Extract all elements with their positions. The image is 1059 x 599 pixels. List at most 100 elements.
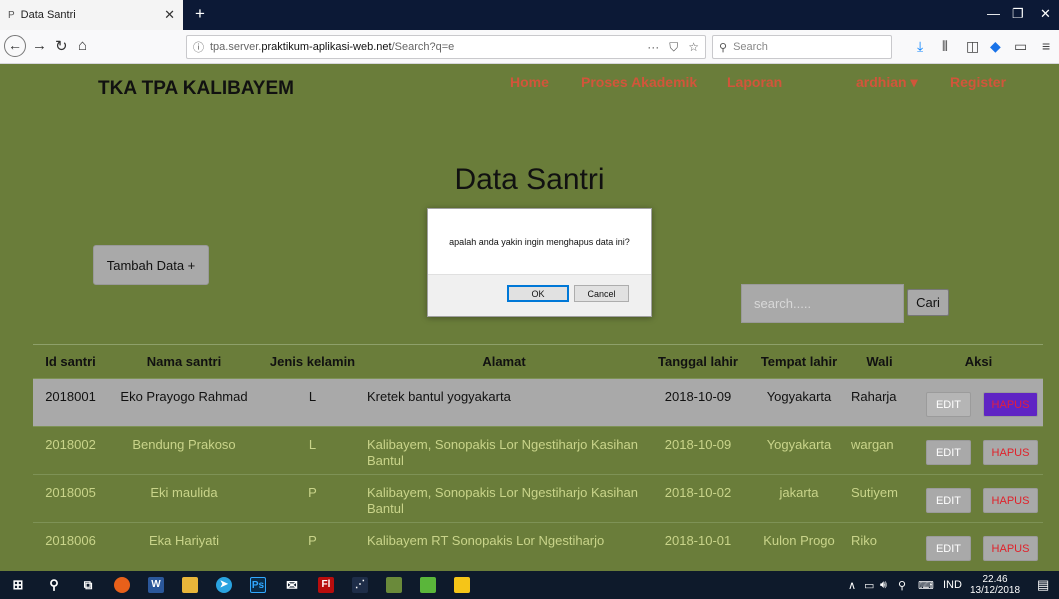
nav-register[interactable]: Register: [950, 74, 1006, 90]
nav-home[interactable]: Home: [510, 74, 549, 90]
search-input[interactable]: [741, 284, 904, 323]
search-icon[interactable]: ⚲: [46, 577, 62, 593]
delete-button[interactable]: HAPUS: [983, 440, 1038, 465]
task-view-icon[interactable]: ⧉: [80, 577, 96, 593]
sticky-notes-icon[interactable]: [454, 577, 470, 593]
cell-address: Kalibayem, Sonopakis Lor Ngestiharjo Kas…: [365, 426, 643, 475]
tab-favicon-icon: P: [8, 9, 15, 21]
cell-birth-place: Yogyakarta: [753, 378, 845, 427]
edit-button[interactable]: EDIT: [926, 536, 971, 561]
battery-icon[interactable]: ▭: [864, 579, 874, 592]
delete-button[interactable]: HAPUS: [983, 488, 1038, 513]
notepad-plus-icon[interactable]: [420, 577, 436, 593]
download-icon[interactable]: ⤓: [917, 38, 923, 55]
nav-user-dropdown[interactable]: ardhian ▾: [856, 74, 917, 91]
tab-close-icon[interactable]: ✕: [164, 7, 175, 23]
home-icon[interactable]: ⌂: [78, 37, 87, 54]
header-id-santri: Id santri: [33, 344, 108, 379]
dialog-cancel-button[interactable]: Cancel: [574, 285, 629, 302]
library-icon[interactable]: ⫴: [942, 38, 948, 55]
cell-name: Eki maulida: [108, 474, 260, 523]
close-window-icon[interactable]: ✕: [1040, 6, 1051, 22]
tab-title: Data Santri: [20, 9, 76, 21]
browser-tab-bar: P Data Santri ✕ + — ❐ ✕: [0, 0, 1059, 30]
add-data-button[interactable]: Tambah Data +: [93, 245, 209, 285]
clock[interactable]: 22.46 13/12/2018: [970, 574, 1020, 596]
flash-icon[interactable]: Fl: [318, 577, 334, 593]
notification-icon[interactable]: ▤: [1037, 577, 1049, 593]
menu-icon[interactable]: ≡: [1042, 38, 1050, 54]
dialog-footer: OK Cancel: [428, 274, 651, 316]
language-indicator[interactable]: IND: [943, 579, 962, 591]
cell-guardian: Sutiyem: [845, 474, 914, 523]
app-icon[interactable]: [386, 577, 402, 593]
cell-gender: L: [260, 426, 365, 475]
edit-button[interactable]: EDIT: [926, 488, 971, 513]
nav-laporan[interactable]: Laporan: [727, 74, 782, 90]
cell-address: Kalibayem RT Sonopakis Lor Ngestiharjo: [365, 522, 643, 571]
cell-name: Eko Prayogo Rahmad: [108, 378, 260, 427]
cell-guardian: Raharja: [845, 378, 914, 427]
cell-name: Bendung Prakoso: [108, 426, 260, 475]
cell-birth-date: 2018-10-09: [643, 426, 753, 475]
header-wali: Wali: [845, 344, 914, 379]
extension-icon[interactable]: ◆: [990, 38, 1001, 55]
browser-search-bar[interactable]: ⚲ Search: [712, 35, 892, 59]
browser-tab[interactable]: P Data Santri ✕: [0, 0, 183, 30]
page-actions-icon[interactable]: ···: [647, 40, 659, 55]
windows-start-icon[interactable]: ⊞: [10, 577, 26, 593]
cell-actions: EDIT HAPUS: [914, 378, 1043, 427]
cell-birth-place: jakarta: [753, 474, 845, 523]
delete-button[interactable]: HAPUS: [983, 392, 1038, 417]
pocket-icon[interactable]: ⛉: [669, 40, 678, 55]
cell-birth-place: Kulon Progo: [753, 522, 845, 571]
browser-search-placeholder: Search: [733, 41, 768, 53]
minimize-icon[interactable]: —: [987, 6, 1000, 21]
clock-date: 13/12/2018: [970, 585, 1021, 596]
word-icon[interactable]: W: [148, 577, 164, 593]
tray-arrow-icon[interactable]: ∧: [848, 579, 856, 592]
reader-icon[interactable]: ▭: [1014, 38, 1027, 55]
edit-button[interactable]: EDIT: [926, 440, 971, 465]
url-bar[interactable]: ⓘ tpa.server. praktikum-aplikasi-web.net /…: [186, 35, 706, 59]
edit-button[interactable]: EDIT: [926, 392, 971, 417]
cell-actions: EDIT HAPUS: [914, 474, 1043, 523]
network-icon[interactable]: ⚲: [898, 579, 906, 592]
new-tab-icon[interactable]: +: [195, 4, 205, 24]
bookmark-star-icon[interactable]: ☆: [688, 40, 699, 55]
search-button[interactable]: Cari: [907, 289, 949, 316]
table-row: 2018002 Bendung Prakoso L Kalibayem, Son…: [33, 426, 1043, 475]
back-icon[interactable]: ←: [4, 35, 26, 57]
header-tempat-lahir: Tempat lahir: [753, 344, 845, 379]
photoshop-icon[interactable]: Ps: [250, 577, 266, 593]
cell-gender: L: [260, 378, 365, 427]
telegram-icon[interactable]: ➤: [216, 577, 232, 593]
header-nama-santri: Nama santri: [108, 344, 260, 379]
cell-actions: EDIT HAPUS: [914, 522, 1043, 571]
firefox-icon[interactable]: [114, 577, 130, 593]
browser-navbar: ← → ↻ ⌂ ⓘ tpa.server. praktikum-aplikasi-…: [0, 30, 1059, 64]
delete-button[interactable]: HAPUS: [983, 536, 1038, 561]
forward-icon[interactable]: →: [32, 37, 47, 54]
site-info-icon[interactable]: ⓘ: [193, 39, 204, 55]
nav-proses-akademik[interactable]: Proses Akademik: [581, 74, 697, 90]
page-title: Data Santri: [454, 163, 605, 196]
search-icon: ⚲: [719, 41, 728, 54]
reload-icon[interactable]: ↻: [55, 37, 68, 55]
mail-icon[interactable]: ✉: [284, 577, 300, 593]
table-row: 2018006 Eka Hariyati P Kalibayem RT Sono…: [33, 522, 1043, 571]
restore-icon[interactable]: ❐: [1012, 6, 1024, 22]
dialog-message: apalah anda yakin ingin menghapus data i…: [449, 237, 630, 247]
network-app-icon[interactable]: ⋰: [352, 577, 368, 593]
file-explorer-icon[interactable]: [182, 577, 198, 593]
site-brand[interactable]: TKA TPA KALIBAYEM: [98, 78, 294, 100]
cell-birth-date: 2018-10-02: [643, 474, 753, 523]
dialog-ok-button[interactable]: OK: [507, 285, 569, 302]
volume-icon[interactable]: 🔊︎: [880, 579, 887, 592]
url-prefix: tpa.server.: [210, 41, 262, 53]
cell-name: Eka Hariyati: [108, 522, 260, 571]
header-jenis-kelamin: Jenis kelamin: [260, 344, 365, 379]
confirm-dialog: apalah anda yakin ingin menghapus data i…: [427, 208, 652, 317]
keyboard-icon[interactable]: ⌨: [918, 579, 934, 592]
sidebar-icon[interactable]: ◫: [966, 38, 979, 55]
